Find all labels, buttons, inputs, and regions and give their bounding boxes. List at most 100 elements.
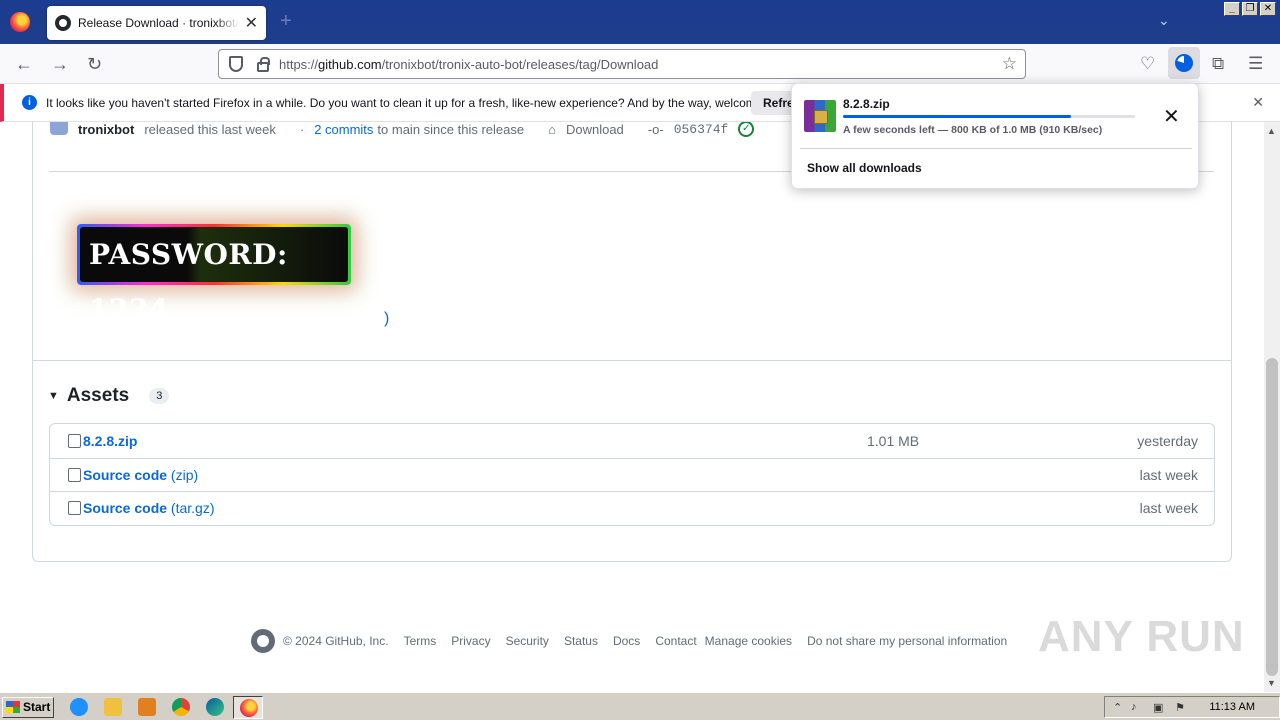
downloads-panel: 8.2.8.zip A few seconds left — 800 KB of…	[791, 83, 1199, 189]
footer-link-manage-cookies[interactable]: Manage cookies	[705, 634, 792, 648]
github-favicon-icon	[55, 15, 71, 31]
url-text[interactable]: https://github.com/tronixbot/tronix-auto…	[279, 57, 658, 72]
new-tab-icon[interactable]: +	[280, 10, 292, 33]
reload-icon[interactable]: ↻	[87, 54, 102, 75]
windows-taskbar: Start ⌃ ♪ ▣ ⚑ 11:13 AM	[0, 692, 1280, 720]
scroll-up-icon[interactable]: ▲	[1267, 126, 1276, 136]
asset-row: 8.2.8.zip 1.01 MB yesterday	[50, 424, 1214, 458]
chrome-icon[interactable]	[172, 698, 190, 716]
asset-date: last week	[1139, 500, 1198, 517]
lock-icon[interactable]	[257, 56, 270, 72]
taskbar-firefox-button[interactable]	[233, 696, 263, 719]
info-icon: i	[22, 95, 37, 110]
system-tray: ⌃ ♪ ▣ ⚑ 11:13 AM	[1104, 696, 1280, 718]
cancel-download-icon[interactable]: ✕	[1163, 104, 1180, 129]
triangle-down-icon[interactable]: ▼	[48, 390, 59, 402]
volume-icon[interactable]: ♪	[1131, 701, 1137, 713]
commit-hash-link[interactable]: 056374f	[674, 122, 729, 137]
asset-row: Source code (zip) last week	[50, 457, 1214, 492]
pocket-icon[interactable]: ♡	[1140, 54, 1155, 74]
tray-expand-icon[interactable]: ⌃	[1113, 701, 1122, 714]
notification-message: It looks like you haven't started Firefo…	[46, 95, 795, 110]
action-center-flag-icon[interactable]: ⚑	[1175, 701, 1185, 714]
edge-icon[interactable]	[206, 698, 224, 716]
divider	[33, 360, 1231, 361]
package-icon	[68, 433, 81, 448]
asset-link[interactable]: 8.2.8.zip	[83, 433, 137, 449]
footer-link-privacy[interactable]: Privacy	[451, 634, 490, 648]
site-footer: © 2024 GitHub, Inc. Terms Privacy Securi…	[251, 629, 1007, 653]
start-button[interactable]: Start	[2, 697, 54, 718]
media-player-icon[interactable]	[138, 698, 156, 716]
tab-close-icon[interactable]: ✕	[245, 13, 258, 33]
asset-date: yesterday	[1137, 432, 1198, 449]
asset-size: 1.01 MB	[867, 432, 920, 449]
hamburger-menu-icon[interactable]: ☰	[1248, 54, 1263, 74]
anyrun-watermark: ANY RUN	[1038, 612, 1245, 661]
minimize-icon[interactable]: _	[1224, 2, 1240, 16]
github-logo-icon[interactable]	[251, 629, 275, 653]
assets-title: Assets	[66, 385, 130, 406]
window-controls: _ ❐ ✕	[1224, 2, 1276, 16]
download-file-name[interactable]: 8.2.8.zip	[843, 97, 890, 111]
restore-icon[interactable]: ❐	[1242, 2, 1258, 16]
footer-link-security[interactable]: Security	[506, 634, 549, 648]
footer-copyright: © 2024 GitHub, Inc.	[283, 634, 389, 648]
footer-link-terms[interactable]: Terms	[404, 634, 437, 648]
footer-link-status[interactable]: Status	[564, 634, 598, 648]
verified-check-icon: ✓	[738, 122, 755, 137]
asset-link[interactable]: Source code (zip)	[83, 467, 198, 483]
divider	[800, 148, 1192, 149]
bookmark-star-icon[interactable]: ☆	[1002, 54, 1017, 74]
scrollbar-thumb[interactable]	[1266, 358, 1278, 676]
extensions-icon[interactable]: ⧉	[1212, 54, 1224, 74]
download-status: A few seconds left — 800 KB of 1.0 MB (9…	[843, 124, 1103, 136]
release-author-link[interactable]: tronixbot	[78, 122, 134, 137]
browser-tab-bar: Release Download · tronixbot/tronix-auto…	[0, 0, 1280, 44]
footer-link-contact[interactable]: Contact	[655, 634, 696, 648]
show-all-downloads-button[interactable]: Show all downloads	[807, 161, 922, 175]
assets-header[interactable]: ▼ Assets 3	[48, 385, 170, 407]
asset-row: Source code (tar.gz) last week	[50, 491, 1214, 525]
download-progress-bar	[843, 115, 1135, 118]
tag-icon: ⌂	[548, 122, 556, 137]
commits-prefix: ·	[299, 122, 305, 137]
tab-title: Release Download · tronixbot/tronix-auto…	[78, 16, 239, 30]
file-zip-icon	[68, 501, 81, 516]
firefox-menu-icon[interactable]	[10, 12, 30, 32]
release-meta: tronixbot released this last week · 2 co…	[50, 122, 755, 137]
clock[interactable]: 11:13 AM	[1209, 701, 1255, 713]
download-progress-icon	[1175, 54, 1193, 72]
back-icon[interactable]: ←	[15, 54, 33, 75]
file-explorer-icon[interactable]	[104, 698, 122, 716]
navigation-toolbar: ← → ↻ https://github.com/tronixbot/troni…	[0, 44, 1280, 84]
close-window-icon[interactable]: ✕	[1260, 2, 1276, 16]
firefox-icon	[240, 699, 258, 717]
tab-release-download[interactable]: Release Download · tronixbot/tronix-auto…	[47, 6, 266, 40]
forward-icon[interactable]: →	[51, 54, 69, 75]
released-text: released this last week	[144, 122, 276, 137]
page-content: tronixbot released this last week · 2 co…	[0, 122, 1264, 692]
network-icon[interactable]: ▣	[1153, 701, 1163, 714]
commit-icon: -o-	[647, 122, 664, 137]
winrar-archive-icon	[804, 100, 836, 132]
page-scrollbar[interactable]: ▲ ▼	[1264, 122, 1280, 692]
scroll-down-icon[interactable]: ▼	[1267, 678, 1276, 688]
tracking-protection-icon[interactable]	[229, 56, 243, 72]
list-all-tabs-icon[interactable]: ⌄	[1158, 12, 1170, 29]
footer-link-do-not-share[interactable]: Do not share my personal information	[807, 634, 1007, 648]
url-bar[interactable]: https://github.com/tronixbot/tronix-auto…	[218, 49, 1026, 79]
downloads-button[interactable]	[1168, 47, 1200, 79]
file-zip-icon	[68, 467, 81, 482]
password-banner-image: PASSWORD: 1234	[77, 224, 351, 326]
notification-close-icon[interactable]: ✕	[1252, 94, 1264, 111]
assets-list: 8.2.8.zip 1.01 MB yesterday Source code …	[49, 423, 1215, 526]
commits-link[interactable]: 2 commits	[314, 122, 373, 137]
tag-link[interactable]: Download	[566, 122, 624, 137]
footer-link-docs[interactable]: Docs	[613, 634, 640, 648]
stray-paren-link[interactable]: )	[384, 310, 389, 328]
commits-suffix: to main since this release	[377, 122, 525, 137]
internet-explorer-icon[interactable]	[70, 698, 88, 716]
asset-link[interactable]: Source code (tar.gz)	[83, 500, 215, 516]
avatar[interactable]	[50, 122, 68, 135]
